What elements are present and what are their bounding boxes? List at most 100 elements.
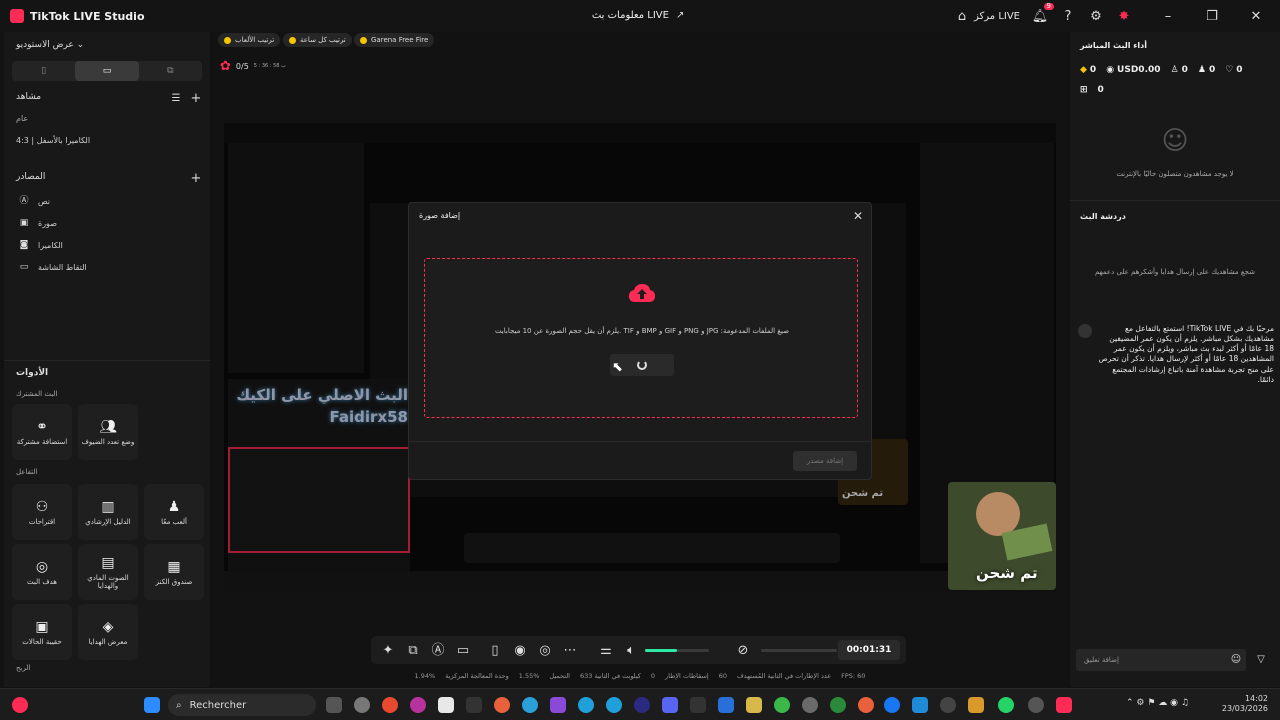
- discord-icon[interactable]: [662, 697, 678, 713]
- drop-value: 0: [650, 672, 656, 680]
- tool-label: الصوت المادي والهدايا: [87, 573, 129, 590]
- chatgpt-icon[interactable]: [940, 697, 956, 713]
- live-goal-tool[interactable]: ◎ هدف البث: [12, 544, 72, 600]
- file-explorer-icon[interactable]: [746, 697, 762, 713]
- game-icon: ♟: [167, 498, 181, 515]
- multi-layout-tab[interactable]: ⧉: [139, 61, 202, 81]
- edge-icon[interactable]: [606, 697, 622, 713]
- case-bag-tool[interactable]: ▣ حقيبة الحالات: [12, 604, 72, 660]
- gifts-value: 0: [1097, 85, 1104, 95]
- capcut-icon[interactable]: [466, 697, 482, 713]
- effects-icon[interactable]: ⧉: [405, 642, 421, 658]
- rose-goal[interactable]: ✿ 0/5 ب 58 : 36 : 5: [220, 56, 310, 76]
- live-info-button[interactable]: معلومات بث LIVE ↗: [560, 8, 720, 24]
- app-icon[interactable]: [494, 697, 510, 713]
- title-bar: TikTok LIVE Studio معلومات بث LIVE ↗ ⌂ مر…: [0, 0, 1280, 32]
- layout-icon[interactable]: ▭: [455, 642, 471, 658]
- browser-icon[interactable]: [410, 697, 426, 713]
- bell-icon[interactable]: 🔔︎ 9: [1032, 3, 1054, 24]
- tiktok-studio-icon[interactable]: [12, 697, 28, 713]
- game-category-chip[interactable]: Garena Free Fire: [354, 33, 435, 47]
- taskbar-clock[interactable]: 14:02 23/03/2026: [1222, 694, 1268, 715]
- task-view-icon[interactable]: [326, 697, 342, 713]
- app-icon[interactable]: [858, 697, 874, 713]
- live-center-button[interactable]: ⌂ مركز LIVE: [954, 8, 1020, 24]
- source-image[interactable]: ▣ صورة: [16, 215, 57, 231]
- minimize-icon[interactable]: –: [1160, 8, 1176, 24]
- maximize-icon[interactable]: ❐: [1204, 8, 1220, 24]
- camera-settings-icon[interactable]: ◎: [537, 642, 553, 658]
- filter-icon[interactable]: ▽: [1253, 652, 1269, 668]
- chrome-icon[interactable]: [382, 697, 398, 713]
- obs-icon[interactable]: [354, 697, 370, 713]
- facebook-icon[interactable]: [884, 697, 900, 713]
- co-host-tool[interactable]: ⚭ استضافة مشتركة: [12, 404, 72, 460]
- windows-start-icon[interactable]: [144, 697, 160, 713]
- scene-item[interactable]: الكاميرا بالأسفل | 4:3: [16, 136, 90, 145]
- more-icon[interactable]: ⋯: [562, 642, 578, 658]
- app-icon[interactable]: [690, 697, 706, 713]
- taskbar-search[interactable]: ⌕ Rechercher: [168, 694, 316, 716]
- interaction-title: التفاعل: [16, 468, 38, 476]
- image-drop-zone[interactable]: يلزم أن يقل حجم الصورة عن 10 ميجابايت. T…: [424, 258, 858, 418]
- record-icon[interactable]: ◉: [512, 642, 528, 658]
- tool-label: صندوق الكنز: [155, 577, 193, 586]
- tiktok-icon[interactable]: [1056, 697, 1072, 713]
- add-scene-icon[interactable]: +: [188, 90, 204, 106]
- mixer-icon[interactable]: ⚌: [598, 642, 614, 658]
- ai-icon[interactable]: Ⓐ: [430, 642, 446, 658]
- close-icon[interactable]: ✕: [853, 209, 863, 223]
- app-icon[interactable]: [438, 697, 454, 713]
- sources-title: المصادر: [16, 172, 46, 182]
- play-together-tool[interactable]: ♟ ألعب معًا: [144, 484, 204, 540]
- edge-icon[interactable]: [578, 697, 594, 713]
- app-icon[interactable]: [634, 697, 650, 713]
- source-camera[interactable]: ◙ الكاميرا: [16, 237, 63, 253]
- close-window-icon[interactable]: ✕: [1248, 8, 1264, 24]
- add-source-icon[interactable]: +: [188, 170, 204, 186]
- treasure-box-tool[interactable]: ▦ صندوق الكنز: [144, 544, 204, 600]
- mic-volume-slider[interactable]: [761, 648, 837, 652]
- app-icon[interactable]: [830, 697, 846, 713]
- tray-icons[interactable]: ⌃ ⚙ ⚑ ☁ ◉ ♫: [1126, 698, 1189, 708]
- comment-input[interactable]: إضافة تعليق: [1076, 649, 1246, 671]
- landscape-layout-tab[interactable]: ▭: [75, 61, 139, 81]
- speaker-icon[interactable]: 🔈︎: [623, 642, 639, 658]
- guide-tool[interactable]: ▥ الدليل الإرشادي: [78, 484, 138, 540]
- app-icon[interactable]: [802, 697, 818, 713]
- sound-gifts-tool[interactable]: ▤ الصوت المادي والهدايا: [78, 544, 138, 600]
- list-icon[interactable]: ☰: [168, 91, 184, 107]
- add-source-button[interactable]: إضافة مصدر: [793, 451, 857, 471]
- gift-gallery-tool[interactable]: ◈ معرض الهدايا: [78, 604, 138, 660]
- games-ranking-chip[interactable]: ترتيب الألعاب: [218, 33, 281, 47]
- bug-icon[interactable]: ✸: [1116, 8, 1132, 24]
- tiktok-avatar-icon: [1078, 324, 1092, 338]
- earnings-title: الربح: [16, 664, 31, 672]
- help-icon[interactable]: ?: [1060, 8, 1076, 24]
- target-icon: ◎: [35, 558, 49, 575]
- vscode-icon[interactable]: [912, 697, 928, 713]
- volume-slider[interactable]: [645, 648, 709, 652]
- whatsapp-icon[interactable]: [998, 697, 1014, 713]
- hourly-ranking-chip[interactable]: ترتيب كل ساعة: [283, 33, 352, 47]
- chip-label: Garena Free Fire: [371, 36, 429, 44]
- app-icon[interactable]: [718, 697, 734, 713]
- chip-label: ترتيب كل ساعة: [300, 36, 346, 44]
- app-icon[interactable]: [774, 697, 790, 713]
- suggestions-tool[interactable]: ⚇ اقتراحات: [12, 484, 72, 540]
- app-icon[interactable]: [550, 697, 566, 713]
- app-icon[interactable]: [1028, 697, 1044, 713]
- studio-view-dropdown[interactable]: عرض الاستوديو ⌄: [16, 40, 84, 50]
- telegram-icon[interactable]: [522, 697, 538, 713]
- app-icon[interactable]: [968, 697, 984, 713]
- gear-icon[interactable]: ⚙: [1088, 8, 1104, 24]
- mic-muted-icon[interactable]: ⊘: [735, 642, 751, 658]
- multi-guest-tool[interactable]: 👥︎ وضع تعدد الضيوف: [78, 404, 138, 460]
- phone-icon[interactable]: ▯: [487, 642, 503, 658]
- source-text[interactable]: Ⓐ نص: [16, 193, 50, 209]
- portrait-layout-tab[interactable]: ▯: [12, 61, 75, 81]
- source-screen-capture[interactable]: ▭ التقاط الشاشة: [16, 259, 87, 275]
- cpu-label: التحميل: [549, 672, 570, 680]
- magic-wand-icon[interactable]: ✦: [380, 642, 396, 658]
- emoji-icon[interactable]: ☺: [1228, 652, 1244, 668]
